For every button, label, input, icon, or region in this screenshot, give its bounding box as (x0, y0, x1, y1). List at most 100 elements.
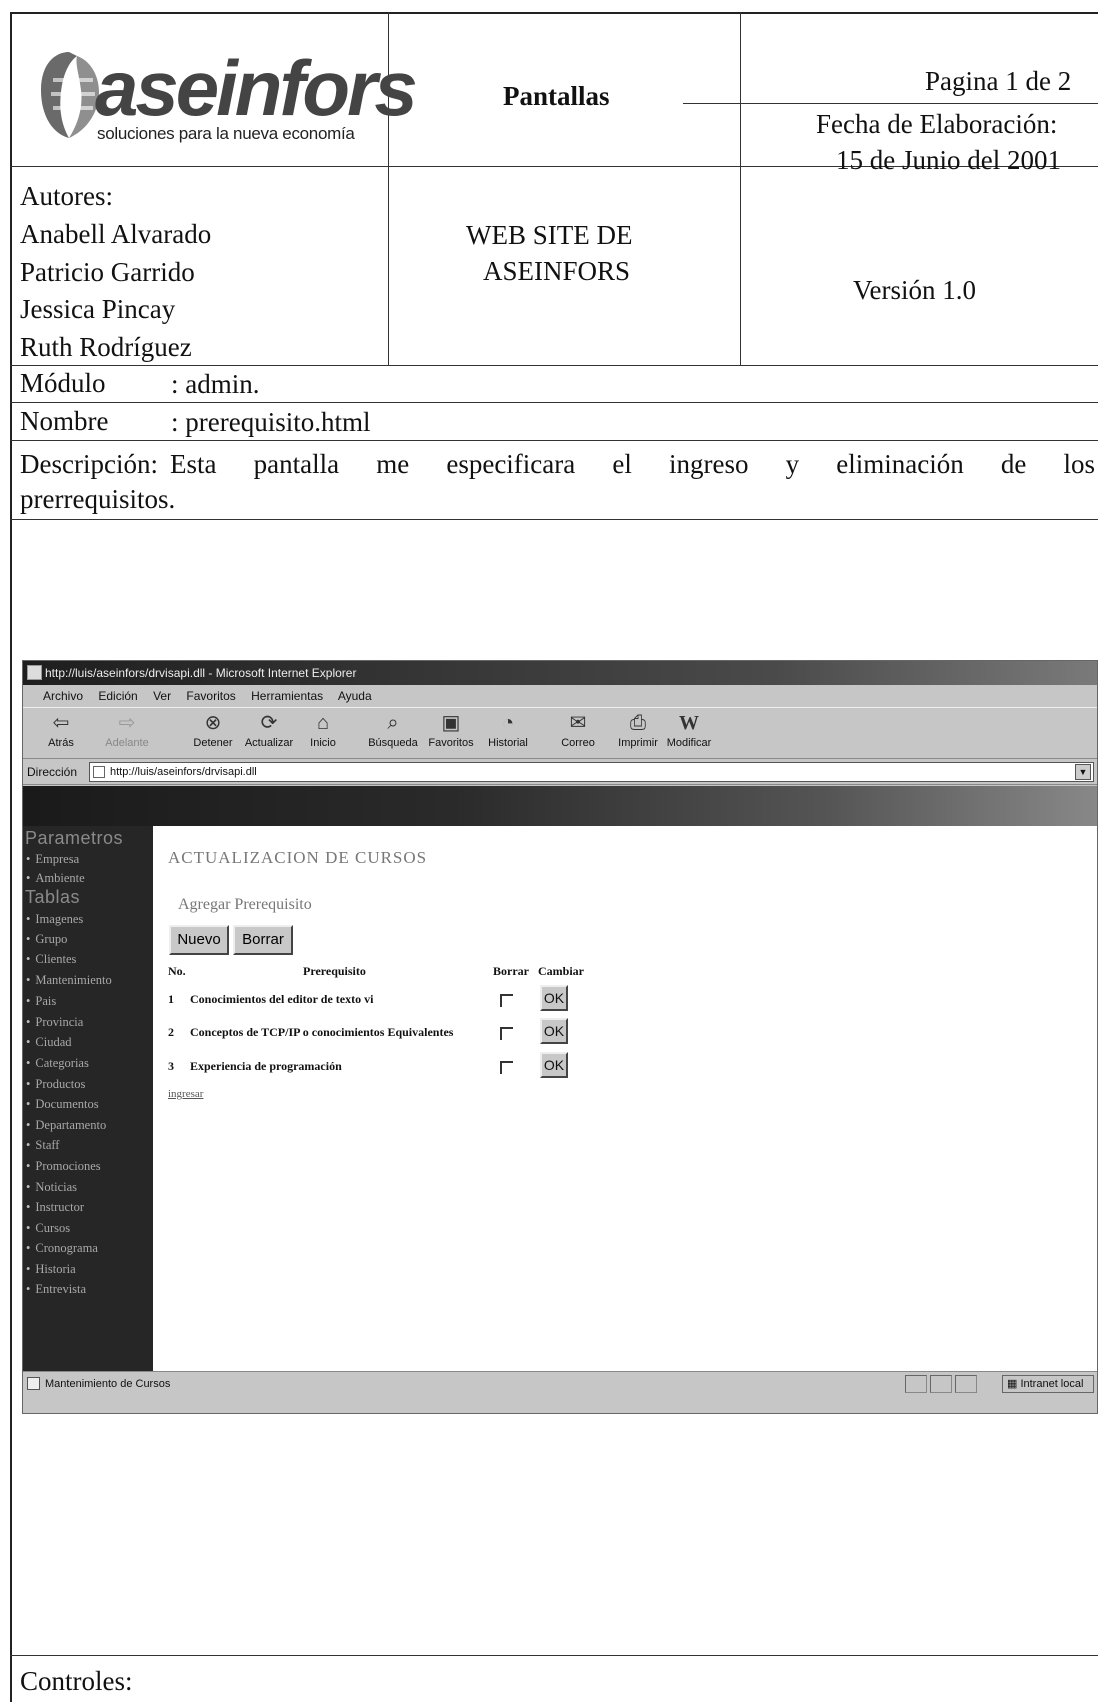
edit-label: Modificar (666, 737, 712, 749)
refresh-label: Actualizar (244, 737, 294, 749)
delete-checkbox[interactable] (500, 1027, 513, 1040)
browser-window: http://luis/aseinfors/drvisapi.dll - Mic… (22, 660, 1098, 1414)
back-label: Atrás (48, 737, 74, 749)
prerequisite-text: Conocimientos del editor de texto vi (190, 992, 374, 1006)
ok-button[interactable]: OK (540, 985, 568, 1011)
grid-line (10, 1655, 1098, 1656)
stop-label: Detener (193, 737, 233, 749)
description-word: eliminación (836, 449, 964, 479)
stop-icon: ⊗ (204, 712, 222, 734)
back-button[interactable]: ⇦ Atrás (31, 712, 91, 749)
sidebar-item[interactable]: Documentos (26, 1097, 98, 1112)
sidebar-item[interactable]: Noticias (26, 1180, 77, 1195)
sidebar-item[interactable]: Categorias (26, 1056, 88, 1071)
company-logo: aseinfors soluciones para la nueva econo… (35, 38, 418, 158)
description-word: de (1000, 449, 1027, 479)
delete-button[interactable]: Borrar (233, 925, 293, 955)
sidebar-item[interactable]: Productos (26, 1077, 85, 1092)
refresh-icon: ⟳ (260, 712, 278, 734)
sidebar-heading-tablas: Tablas (25, 887, 81, 907)
sidebar-item[interactable]: Entrevista (26, 1282, 86, 1297)
sidebar-item[interactable]: Promociones (26, 1159, 100, 1174)
new-button[interactable]: Nuevo (169, 925, 229, 955)
description-word: el (612, 449, 632, 479)
home-button[interactable]: ⌂ Inicio (293, 712, 353, 749)
menu-ayuda[interactable]: Ayuda (338, 689, 372, 703)
module-label: Módulo (20, 368, 106, 398)
mail-button[interactable]: ✉ Correo (548, 712, 608, 749)
project-title-line1: WEB SITE DE (466, 220, 633, 250)
history-icon: ◔ (501, 712, 515, 734)
sidebar-item[interactable]: Mantenimiento (26, 973, 111, 988)
favorites-icon: ▣ (441, 712, 461, 734)
project-title-line2: ASEINFORS (483, 256, 631, 286)
sidebar-item[interactable]: Cronograma (26, 1241, 97, 1256)
menu-ver[interactable]: Ver (153, 689, 171, 703)
sidebar-item[interactable]: Staff (26, 1138, 59, 1153)
forward-button[interactable]: ⇨ Adelante (97, 712, 157, 749)
section-title: Pantallas (503, 81, 610, 111)
sidebar-item[interactable]: Imagenes (26, 912, 83, 927)
sidebar-item[interactable]: Historia (26, 1262, 75, 1277)
sidebar-item[interactable]: Empresa (26, 852, 79, 867)
history-button[interactable]: ◔ Historial (478, 712, 538, 749)
ok-button[interactable]: OK (540, 1052, 568, 1078)
edit-button[interactable]: W Modificar (659, 712, 719, 749)
column-header-no: No. (168, 964, 186, 978)
status-segment (905, 1375, 927, 1393)
sidebar-item[interactable]: Ambiente (26, 871, 84, 886)
forward-label: Adelante (105, 737, 149, 749)
sidebar-item[interactable]: Instructor (26, 1200, 84, 1215)
ingresar-link[interactable]: ingresar (168, 1088, 203, 1100)
address-bar: Dirección http://luis/aseinfors/drvisapi… (23, 759, 1097, 785)
ok-button[interactable]: OK (540, 1018, 568, 1044)
menu-archivo[interactable]: Archivo (43, 689, 83, 703)
site-banner (23, 786, 1097, 826)
print-label: Imprimir (618, 737, 658, 749)
description-line1: Esta pantalla me especificara el ingreso… (170, 446, 1095, 483)
name-label: Nombre (20, 406, 109, 436)
search-button[interactable]: ⌕ Búsqueda (363, 712, 423, 749)
history-label: Historial (488, 737, 528, 749)
intranet-icon: ▦ (1007, 1378, 1021, 1390)
favorites-button[interactable]: ▣ Favoritos (421, 712, 481, 749)
author-name: Patricio Garrido (20, 257, 195, 287)
security-zone: ▦ Intranet local (1002, 1375, 1094, 1393)
sidebar-item[interactable]: Cursos (26, 1221, 70, 1236)
mail-icon: ✉ (569, 712, 587, 734)
mail-label: Correo (561, 737, 595, 749)
status-bar: Mantenimiento de Cursos ▦ Intranet local (23, 1371, 1097, 1395)
grid-line (683, 103, 1098, 104)
sidebar-item[interactable]: Pais (26, 994, 56, 1009)
stop-button[interactable]: ⊗ Detener (183, 712, 243, 749)
menu-favoritos[interactable]: Favoritos (186, 689, 235, 703)
prerequisite-text: Conceptos de TCP/IP o conocimientos Equi… (190, 1025, 454, 1039)
menu-edicion[interactable]: Edición (98, 689, 137, 703)
description-word: pantalla (253, 449, 340, 479)
page-status-icon (27, 1377, 40, 1390)
date-label: Fecha de Elaboración: (816, 109, 1058, 139)
sidebar-item[interactable]: Grupo (26, 932, 67, 947)
description-word: especificara (446, 449, 576, 479)
grid-line (740, 12, 741, 365)
address-label: Dirección (27, 765, 78, 779)
favorites-label: Favoritos (428, 737, 474, 749)
grid-line (10, 519, 1098, 520)
refresh-button[interactable]: ⟳ Actualizar (239, 712, 299, 749)
edit-icon: W (679, 712, 699, 734)
delete-checkbox[interactable] (500, 994, 513, 1007)
sidebar-item[interactable]: Ciudad (26, 1035, 71, 1050)
delete-checkbox[interactable] (500, 1061, 513, 1074)
address-input[interactable]: http://luis/aseinfors/drvisapi.dll ▼ (89, 762, 1094, 782)
description-word: y (785, 449, 800, 479)
menu-herramientas[interactable]: Herramientas (251, 689, 323, 703)
column-header-prerequisite: Prerequisito (303, 964, 366, 978)
page-icon (93, 766, 105, 778)
browser-title: http://luis/aseinfors/drvisapi.dll - Mic… (45, 666, 357, 680)
sidebar-item[interactable]: Departamento (26, 1118, 106, 1133)
sidebar-item[interactable]: Provincia (26, 1015, 83, 1030)
sidebar-item[interactable]: Clientes (26, 952, 76, 967)
browser-toolbar: ⇦ Atrás ⇨ Adelante ⊗ Detener ⟳ Actualizar ⌂ I… (23, 707, 1097, 759)
description-word: me (376, 449, 410, 479)
chevron-down-icon[interactable]: ▼ (1075, 764, 1091, 780)
